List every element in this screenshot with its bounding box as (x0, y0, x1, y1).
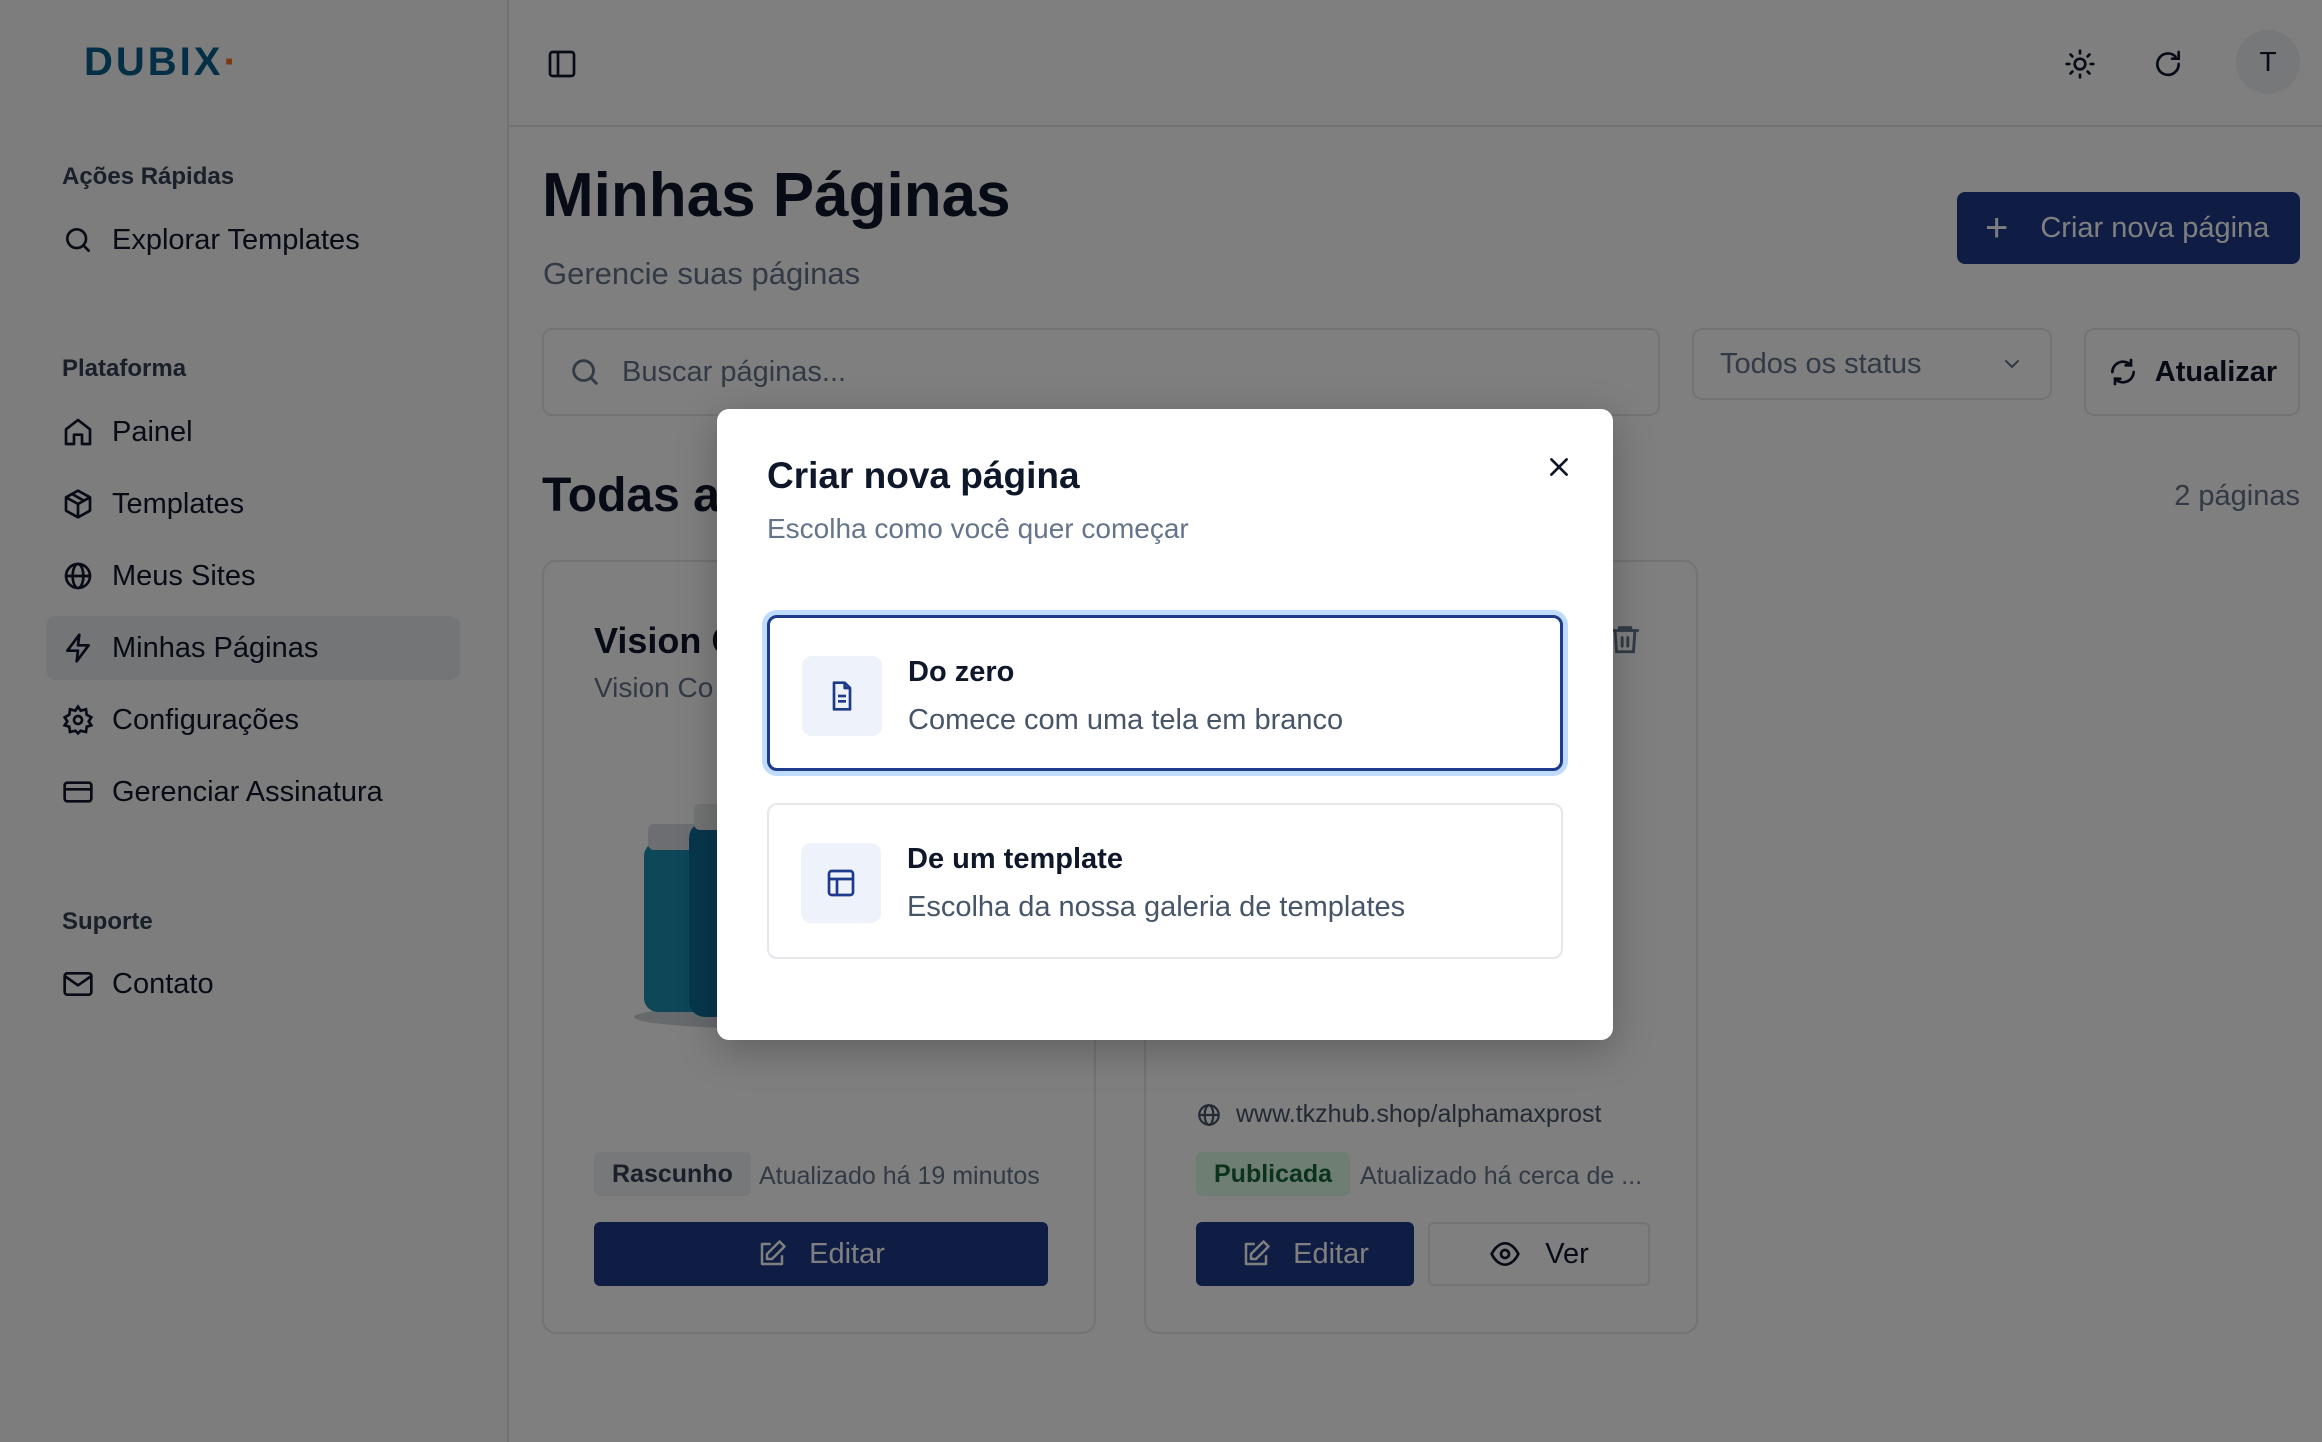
option-from-scratch[interactable]: Do zero Comece com uma tela em branco (767, 615, 1563, 771)
dialog-title: Criar nova página (767, 455, 1080, 496)
option-title: Do zero (908, 656, 1015, 688)
create-page-dialog: Criar nova página Escolha como você quer… (717, 409, 1613, 1040)
layout-icon (801, 843, 881, 923)
dialog-subtitle: Escolha como você quer começar (767, 513, 1189, 544)
close-icon (1550, 458, 1568, 476)
close-button[interactable] (1539, 447, 1579, 487)
file-text-icon (802, 656, 882, 736)
option-description: Comece com uma tela em branco (908, 704, 1344, 736)
option-from-template[interactable]: De um template Escolha da nossa galeria … (767, 803, 1563, 959)
option-title: De um template (907, 843, 1123, 875)
option-description: Escolha da nossa galeria de templates (907, 891, 1406, 923)
